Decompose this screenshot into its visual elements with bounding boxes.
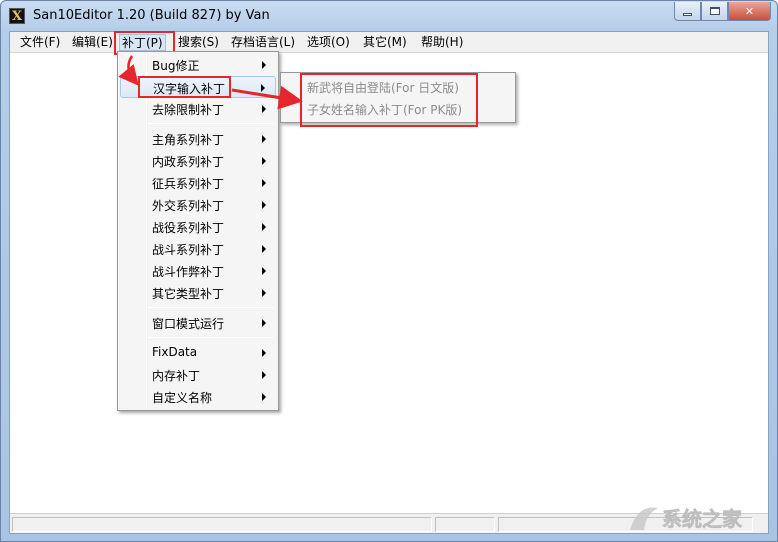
- patch-menu-item-custom-name[interactable]: 自定义名称: [120, 386, 276, 408]
- watermark-graphic: 系统之家: [630, 507, 743, 531]
- menu-item-label: 主角系列补丁: [152, 133, 225, 147]
- patch-menu-item-protagonist[interactable]: 主角系列补丁: [120, 128, 276, 150]
- patch-menu-item-bug-fix[interactable]: Bug修正: [120, 54, 276, 76]
- submenu-highlight-box: [300, 73, 478, 127]
- status-pane-1: [12, 517, 432, 532]
- patch-menu-item-diplomacy[interactable]: 外交系列补丁: [120, 194, 276, 216]
- menu-save-language[interactable]: 存档语言(L): [229, 34, 297, 51]
- submenu-arrow-icon: [262, 267, 266, 275]
- submenu-arrow-icon: [261, 84, 265, 92]
- menu-separator: [148, 123, 274, 124]
- submenu-arrow-icon: [262, 179, 266, 187]
- patch-menu-dropdown: Bug修正 汉字输入补丁 去除限制补丁 主角系列补丁 内政系列补丁 征兵系列补丁…: [117, 51, 279, 411]
- submenu-arrow-icon: [262, 201, 266, 209]
- menu-item-label: Bug修正: [152, 59, 200, 73]
- menu-other[interactable]: 其它(M): [361, 34, 409, 51]
- patch-menu-item-battle[interactable]: 战斗系列补丁: [120, 238, 276, 260]
- menu-separator: [148, 307, 274, 308]
- submenu-arrow-icon: [262, 223, 266, 231]
- patch-menu-item-other-types[interactable]: 其它类型补丁: [120, 282, 276, 304]
- menu-item-label: 内存补丁: [152, 369, 201, 383]
- menu-help[interactable]: 帮助(H): [419, 34, 465, 51]
- menu-item-label: 其它类型补丁: [152, 287, 225, 301]
- watermark-logo: 系统之家: [624, 500, 766, 536]
- menu-item-label: 战斗作弊补丁: [152, 265, 225, 279]
- submenu-arrow-icon: [262, 371, 266, 379]
- submenu-arrow-icon: [262, 245, 266, 253]
- menu-edit[interactable]: 编辑(E): [70, 34, 115, 51]
- submenu-arrow-icon: [262, 105, 266, 113]
- menu-item-label: 去除限制补丁: [152, 103, 225, 117]
- window-title: San10Editor 1.20 (Build 827) by Van: [33, 8, 270, 23]
- maximize-icon: [709, 7, 720, 15]
- maximize-button[interactable]: [701, 2, 728, 21]
- patch-menu-item-campaign[interactable]: 战役系列补丁: [120, 216, 276, 238]
- title-bar[interactable]: X San10Editor 1.20 (Build 827) by Van ✕: [1, 1, 777, 31]
- submenu-arrow-icon: [262, 61, 266, 69]
- menu-file[interactable]: 文件(F): [18, 34, 62, 51]
- patch-menu-item-conscription[interactable]: 征兵系列补丁: [120, 172, 276, 194]
- patch-menu-item-remove-limits[interactable]: 去除限制补丁: [120, 98, 276, 120]
- menu-item-label: 外交系列补丁: [152, 199, 225, 213]
- menu-search[interactable]: 搜索(S): [176, 34, 221, 51]
- patch-menu-item-window-mode[interactable]: 窗口模式运行: [120, 312, 276, 334]
- dropdown-item-highlight-box: [138, 76, 231, 98]
- menu-item-label: 窗口模式运行: [152, 317, 225, 331]
- menu-item-label: 征兵系列补丁: [152, 177, 225, 191]
- minimize-icon: [683, 12, 692, 16]
- close-button[interactable]: ✕: [728, 2, 771, 21]
- submenu-arrow-icon: [262, 157, 266, 165]
- submenu-arrow-icon: [262, 319, 266, 327]
- menu-separator: [148, 337, 274, 338]
- app-icon[interactable]: X: [9, 8, 25, 24]
- status-pane-2: [435, 517, 495, 532]
- menu-item-label: FixData: [152, 345, 198, 359]
- submenu-arrow-icon: [262, 393, 266, 401]
- patch-menu-item-battle-cheat[interactable]: 战斗作弊补丁: [120, 260, 276, 282]
- menu-item-label: 战役系列补丁: [152, 221, 225, 235]
- menu-item-label: 自定义名称: [152, 391, 213, 405]
- submenu-arrow-icon: [262, 135, 266, 143]
- menu-item-label: 战斗系列补丁: [152, 243, 225, 257]
- patch-menu-item-memory[interactable]: 内存补丁: [120, 364, 276, 386]
- minimize-button[interactable]: [674, 2, 701, 21]
- menu-options[interactable]: 选项(O): [305, 34, 352, 51]
- menu-item-label: 内政系列补丁: [152, 155, 225, 169]
- submenu-arrow-icon: [262, 289, 266, 297]
- patch-menu-item-fixdata[interactable]: FixData: [120, 342, 276, 364]
- watermark-text: 系统之家: [662, 507, 743, 531]
- submenu-arrow-icon: [262, 349, 266, 357]
- close-icon: ✕: [744, 4, 755, 18]
- patch-menu-item-domestic[interactable]: 内政系列补丁: [120, 150, 276, 172]
